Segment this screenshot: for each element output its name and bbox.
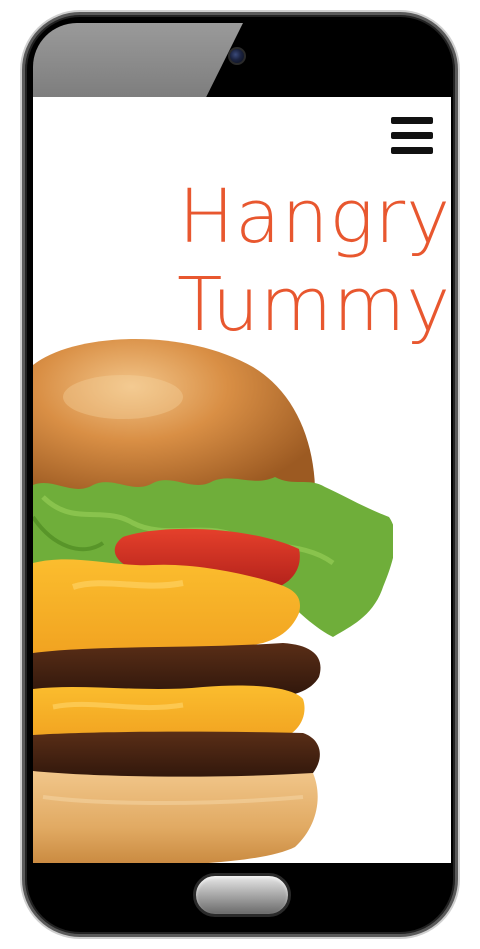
menu-bar: [391, 117, 433, 124]
screen-glare: [33, 23, 243, 99]
menu-bar: [391, 132, 433, 139]
brand-title-line-1: Hangry: [178, 174, 451, 260]
front-camera: [228, 47, 246, 65]
hamburger-menu-icon[interactable]: [389, 115, 435, 155]
app-screen: Hangry Tummy: [33, 97, 451, 863]
cheeseburger-image: [33, 338, 393, 863]
brand-title: Hangry Tummy: [141, 173, 451, 349]
menu-bar: [391, 147, 433, 154]
home-button[interactable]: [193, 873, 291, 917]
phone-frame: Hangry Tummy: [22, 12, 458, 937]
